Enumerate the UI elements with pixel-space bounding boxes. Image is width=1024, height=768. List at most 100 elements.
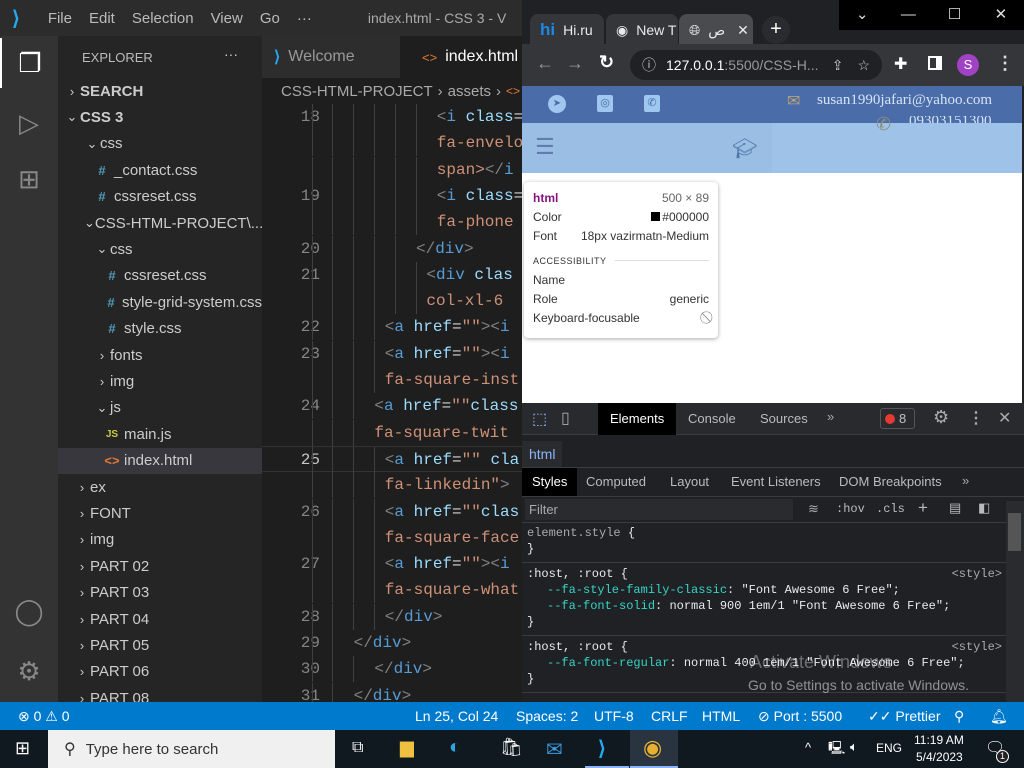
cursor-position[interactable]: Ln 25, Col 24	[415, 702, 498, 730]
cls-button[interactable]: .cls	[876, 502, 905, 516]
code-editor[interactable]: 18 <i class= fa-envelo span></i 19 <i class= f…	[262, 104, 522, 702]
address-bar[interactable]: ⓘ 127.0.0.1:5500/CSS-H... ⇪ ☆	[630, 50, 882, 80]
maximize-button[interactable]: ☐	[932, 0, 978, 30]
mail-icon[interactable]: ✉	[546, 737, 563, 762]
browser-tab-active[interactable]: 🌐︎ ص ✕	[679, 14, 753, 46]
network-icon[interactable]: 🖳︎	[828, 739, 845, 761]
minimize-button[interactable]: —	[885, 0, 931, 30]
tree-item[interactable]: # style.css	[58, 316, 262, 342]
clock-date[interactable]: 5/4/2023	[916, 750, 963, 764]
tree-item[interactable]: # style-grid-system.css	[58, 289, 262, 315]
tree-item[interactable]: › PART 06	[58, 659, 262, 685]
tree-item[interactable]: › SEARCH	[58, 78, 262, 104]
styles-subtab-styles[interactable]: Styles	[522, 468, 578, 496]
tree-item[interactable]: › FONT	[58, 500, 262, 526]
instagram-icon[interactable]: ◎	[597, 95, 613, 112]
hov-button[interactable]: :hov	[836, 502, 865, 516]
tree-item[interactable]: › ex	[58, 474, 262, 500]
browser-tab-newtab[interactable]: ◉ New T	[606, 14, 678, 46]
side-panel-icon[interactable]	[928, 56, 942, 70]
settings-gear-icon[interactable]: ⚙	[0, 646, 58, 696]
tab-welcome[interactable]: ⟩ Welcome	[262, 36, 400, 78]
tab-search-chevron-icon[interactable]: ⌄	[839, 0, 885, 30]
close-devtools-icon[interactable]: ✕	[998, 408, 1011, 428]
devtools-tab-console[interactable]: Console	[676, 403, 748, 435]
styles-subtab-dom-breakpoints[interactable]: DOM Breakpoints	[829, 468, 952, 496]
file-explorer-icon[interactable]: ▆	[400, 737, 414, 758]
error-badge[interactable]: 8	[880, 408, 915, 429]
explorer-more-button[interactable]: ···	[224, 46, 238, 62]
devtools-tab-elements[interactable]: Elements	[598, 403, 677, 435]
tree-item[interactable]: › img	[58, 368, 262, 394]
contact-email[interactable]: susan1990jafari@yahoo.com	[817, 92, 992, 109]
close-tab-icon[interactable]: ✕	[737, 22, 749, 39]
paint-roller-icon[interactable]: ▤	[949, 500, 961, 516]
menu-go[interactable]: Go	[260, 10, 280, 27]
profile-avatar[interactable]: S	[957, 54, 979, 76]
breadcrumb-item[interactable]: assets	[448, 83, 491, 100]
reload-icon[interactable]: ↻	[599, 52, 614, 73]
language-indicator[interactable]: ENG	[876, 741, 902, 755]
styles-subtab-layout[interactable]: Layout	[660, 468, 719, 496]
tree-item[interactable]: › PART 03	[58, 580, 262, 606]
whatsapp-icon[interactable]: ✆	[644, 95, 660, 112]
device-toolbar-icon[interactable]: ▯	[561, 408, 570, 428]
windows-start-icon[interactable]: ⊞	[15, 738, 30, 759]
taskbar-vscode[interactable]: ⟩	[585, 730, 629, 768]
tree-item[interactable]: ⌄ js	[58, 395, 262, 421]
encoding[interactable]: UTF-8	[594, 702, 634, 730]
settings-gear-icon[interactable]: ⚙	[933, 407, 949, 428]
menu-view[interactable]: View	[211, 10, 243, 27]
extensions-icon[interactable]: ⊞	[0, 154, 58, 204]
language-mode[interactable]: HTML	[702, 702, 740, 730]
hamburger-menu-icon[interactable]: ☰	[535, 134, 555, 160]
menu-edit[interactable]: Edit	[89, 10, 115, 27]
scrollbar-thumb[interactable]	[1008, 513, 1021, 551]
notifications-bell-icon[interactable]: 🔔︎	[990, 702, 1008, 730]
styles-subtab-computed[interactable]: Computed	[576, 468, 656, 496]
task-view-icon[interactable]: ⧉	[352, 739, 363, 757]
store-icon[interactable]: 🛍︎	[500, 737, 523, 758]
browser-menu-icon[interactable]: ⋮	[996, 53, 1014, 74]
inspect-element-icon[interactable]: ⬚	[532, 409, 547, 429]
indentation[interactable]: Spaces: 2	[516, 702, 578, 730]
devtools-menu-icon[interactable]: ⋮	[968, 408, 984, 428]
edge-icon[interactable]: ◐	[449, 736, 461, 759]
tab-index-html[interactable]: <> index.html	[400, 36, 522, 78]
css-property[interactable]: --fa-font-solid: normal 900 1em/1 "Font …	[547, 599, 950, 613]
site-info-icon[interactable]: ⓘ	[642, 55, 656, 75]
tree-item[interactable]: # cssreset.css	[58, 263, 262, 289]
css-property[interactable]: --fa-style-family-classic: "Font Awesome…	[547, 583, 900, 597]
tree-item[interactable]: # cssreset.css	[58, 184, 262, 210]
toggle-layer-icon[interactable]: ≋	[808, 501, 819, 517]
tree-item[interactable]: ⌄ css	[58, 236, 262, 262]
tree-item[interactable]: JS main.js	[58, 421, 262, 447]
more-tabs-icon[interactable]: »	[827, 409, 834, 424]
toggle-sidebar-icon[interactable]: ◧	[978, 500, 990, 516]
tree-item[interactable]: # _contact.css	[58, 157, 262, 183]
tree-item[interactable]: ⌄ css	[58, 131, 262, 157]
forward-icon[interactable]: →	[566, 53, 584, 74]
more-subtabs-icon[interactable]: »	[962, 473, 969, 488]
tree-item[interactable]: › PART 02	[58, 553, 262, 579]
browser-tab-hiru[interactable]: hi Hi.ru	[530, 14, 604, 46]
close-window-button[interactable]: ✕	[978, 0, 1024, 30]
taskbar-chrome[interactable]: ◉	[630, 730, 678, 768]
telegram-icon[interactable]: ➤	[548, 95, 566, 113]
styles-subtab-event-listeners[interactable]: Event Listeners	[721, 468, 831, 496]
menu-file[interactable]: File	[48, 10, 72, 27]
menu-selection[interactable]: Selection	[132, 10, 194, 27]
feedback-icon[interactable]: ⚲	[954, 702, 964, 730]
tree-item[interactable]: › img	[58, 527, 262, 553]
run-debug-icon[interactable]: ▷	[0, 98, 58, 148]
rule-selector[interactable]: :host, :root	[527, 567, 613, 581]
breadcrumb-item[interactable]: CSS-HTML-PROJECT	[281, 83, 433, 100]
account-icon[interactable]: ◯	[0, 586, 58, 636]
menu-[interactable]: ···	[297, 10, 312, 27]
tree-item[interactable]: ⌄ CSS 3	[58, 104, 262, 130]
rule-selector[interactable]: :host, :root	[527, 640, 613, 654]
explorer-files-icon[interactable]: ❐	[0, 38, 58, 88]
new-rule-icon[interactable]: +	[918, 498, 928, 518]
tree-item[interactable]: › PART 08	[58, 685, 262, 702]
clock-time[interactable]: 11:19 AM	[914, 733, 964, 747]
